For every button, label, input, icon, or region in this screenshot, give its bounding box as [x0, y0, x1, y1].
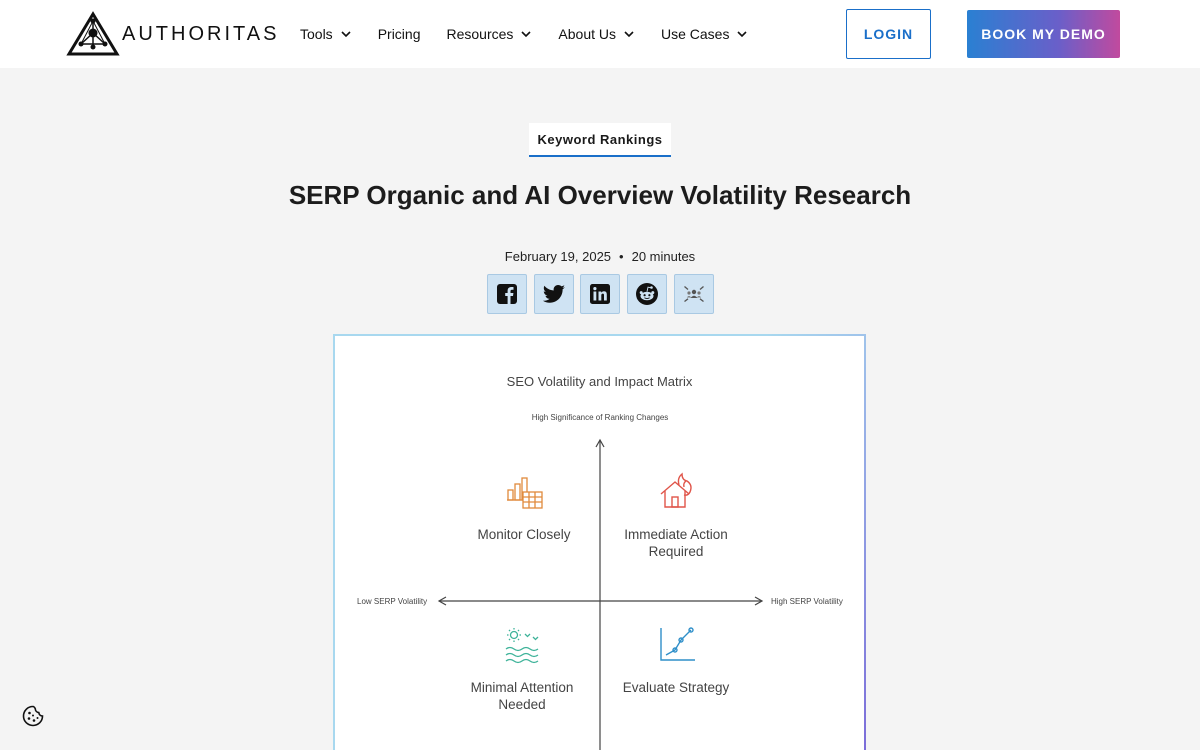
quadrant-evaluate-strategy: Evaluate Strategy	[622, 680, 730, 695]
nav-item-pricing[interactable]: Pricing	[378, 26, 421, 42]
quadrant-monitor-closely: Monitor Closely	[477, 527, 571, 542]
book-demo-button[interactable]: BOOK MY DEMO	[967, 10, 1120, 58]
logo-text: AUTHORITAS	[122, 22, 280, 45]
article-meta: February 19, 2025 • 20 minutes	[0, 249, 1200, 264]
category-tag[interactable]: Keyword Rankings	[529, 123, 671, 157]
reddit-icon	[636, 283, 659, 305]
nav-item-about-us[interactable]: About Us	[558, 26, 635, 42]
chevron-down-icon	[624, 31, 634, 38]
nav-item-resources[interactable]: Resources	[446, 26, 532, 42]
authoritas-logo-icon	[66, 11, 120, 56]
building-chart-icon	[507, 477, 543, 509]
share-buttons	[487, 274, 720, 314]
chevron-down-icon	[521, 31, 531, 38]
facebook-icon	[497, 284, 517, 304]
share-twitter-button[interactable]	[533, 274, 574, 314]
share-facebook-button[interactable]	[487, 274, 527, 314]
main-nav: Tools Pricing Resources About Us Use Cas…	[300, 0, 774, 68]
quadrant-minimal-attention: Minimal Attention Needed	[470, 680, 574, 712]
nav-label: Tools	[300, 26, 333, 42]
nav-item-use-cases[interactable]: Use Cases	[661, 26, 748, 42]
nav-item-tools[interactable]: Tools	[300, 26, 352, 42]
chevron-down-icon	[341, 31, 351, 38]
quadrant-immediate-action: Immediate Action Required	[624, 527, 728, 559]
share-reddit-button[interactable]	[627, 274, 668, 314]
calm-sea-icon	[505, 628, 539, 664]
twitter-icon	[542, 285, 565, 303]
trend-line-icon	[660, 627, 695, 661]
nav-label: Use Cases	[661, 26, 730, 42]
linkedin-icon	[590, 284, 611, 304]
article-title: SERP Organic and AI Overview Volatility …	[288, 180, 912, 210]
share-linkedin-button[interactable]	[580, 274, 621, 314]
nav-label: Pricing	[377, 26, 421, 42]
nav-label: Resources	[446, 26, 514, 42]
login-button[interactable]: LOGIN	[846, 9, 931, 59]
authoritas-logo[interactable]: AUTHORITAS	[66, 11, 276, 57]
chevron-down-icon	[737, 31, 748, 38]
publish-date: February 19, 2025	[504, 249, 612, 264]
site-header: AUTHORITAS Tools Pricing Resources About…	[0, 0, 1200, 68]
house-fire-icon	[660, 472, 692, 508]
read-time: 20 minutes	[631, 249, 696, 264]
volatility-matrix-figure: SEO Volatility and Impact Matrix High Si…	[333, 334, 866, 750]
share-community-button[interactable]	[673, 274, 714, 314]
community-icon	[683, 286, 704, 303]
nav-label: About Us	[558, 26, 616, 42]
cookie-settings-icon[interactable]	[22, 705, 44, 727]
meta-separator: •	[619, 249, 624, 264]
